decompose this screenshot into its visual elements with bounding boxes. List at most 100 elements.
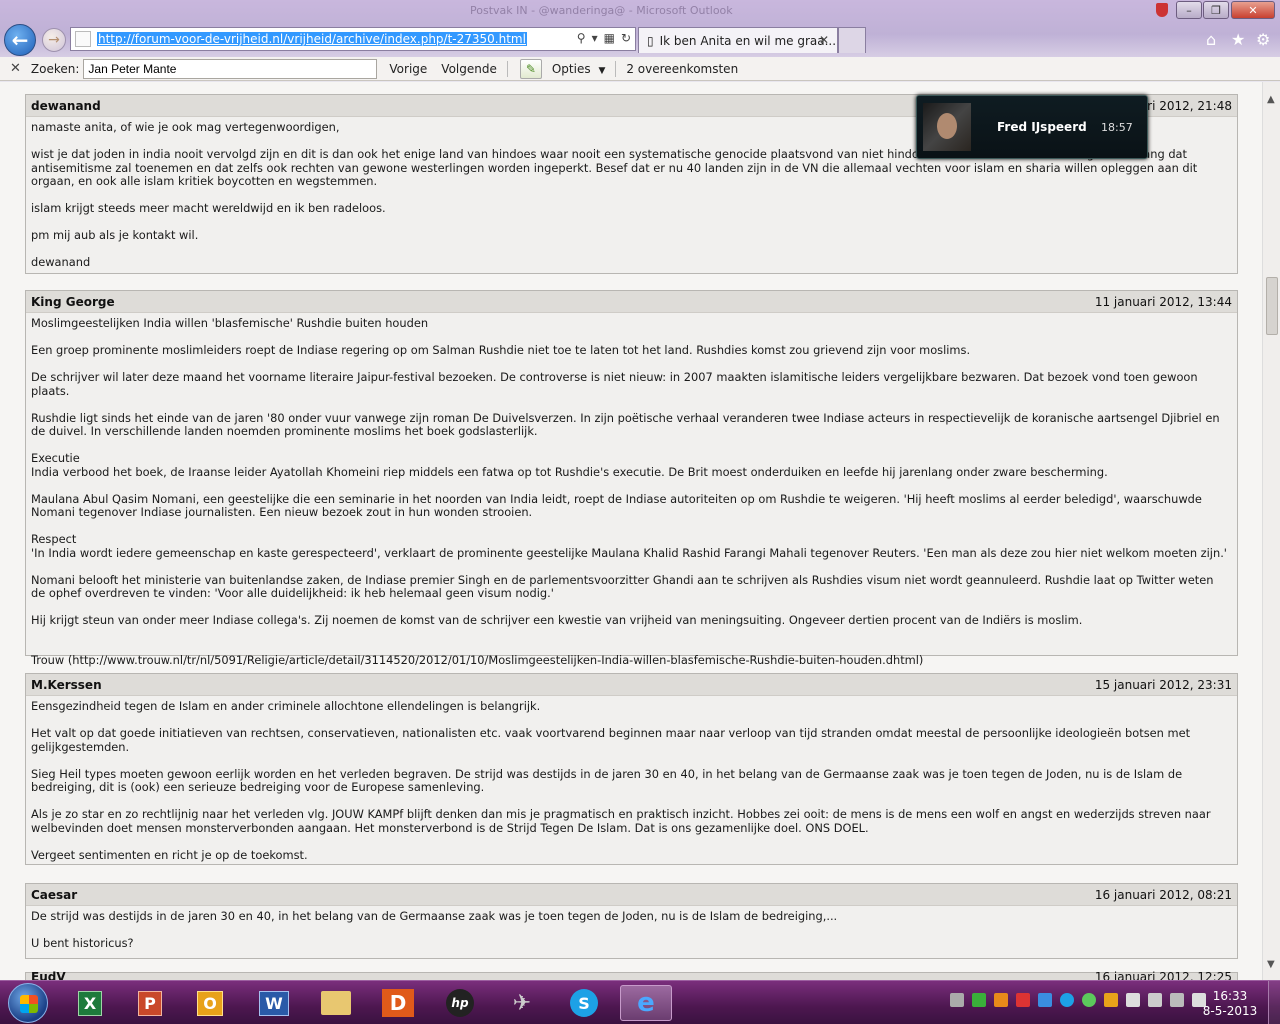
start-button[interactable] (8, 983, 48, 1023)
post-paragraph: Moslimgeestelijken India willen 'blasfem… (31, 316, 429, 330)
volume-icon[interactable] (1170, 993, 1184, 1007)
highlight-pen-icon[interactable]: ✎ (519, 58, 542, 79)
forum-post: EudV 16 januari 2012, 12:25 (25, 970, 1238, 980)
clock-time: 16:33 (1212, 989, 1248, 1003)
outlook-tray-icon[interactable] (1104, 993, 1118, 1007)
system-tray (950, 993, 1206, 1007)
tab-title: Ik ben Anita en wil me graa... (659, 33, 837, 48)
post-body: Moslimgeestelijken India willen 'blasfem… (26, 313, 1237, 674)
browser-chrome: Postvak IN - @wanderinga@ - Microsoft Ou… (0, 0, 1280, 57)
sync-icon[interactable] (972, 993, 986, 1007)
refresh-icon[interactable]: ↻ (621, 31, 631, 45)
update-icon[interactable] (1082, 993, 1096, 1007)
find-input[interactable] (83, 58, 378, 79)
post-paragraph: Vergeet sentimenten en richt je op de to… (31, 847, 308, 862)
outlook-icon[interactable]: O (184, 985, 236, 1021)
avatar (923, 103, 971, 151)
scrollbar-thumb[interactable] (1266, 277, 1278, 335)
compat-view-icon[interactable]: ▦ (604, 31, 615, 45)
powerpoint-icon[interactable]: P (124, 985, 176, 1021)
dropdown-icon[interactable]: ▾ (592, 31, 598, 45)
search-icon[interactable]: ⚲ (577, 31, 586, 45)
post-subheading: Executie (31, 451, 80, 466)
app-icon[interactable] (994, 993, 1008, 1007)
close-tab-icon[interactable]: ✕ (819, 33, 829, 47)
dashlane-icon[interactable]: D (372, 985, 424, 1021)
post-paragraph: pm mij aub als je kontakt wil. (31, 228, 199, 243)
post-paragraph: Als je zo star en zo rechtlijnig naar he… (31, 807, 1211, 835)
skype-icon[interactable]: S (558, 985, 610, 1021)
url-text[interactable]: http://forum-voor-de-vrijheid.nl/vrijhei… (97, 32, 527, 46)
settings-gear-icon[interactable]: ⚙ (1256, 30, 1270, 49)
plane-icon[interactable]: ✈ (496, 985, 548, 1021)
match-count: 2 overeenkomsten (626, 61, 739, 76)
tab-page-icon: ▯ (647, 33, 654, 48)
scroll-up-icon[interactable]: ▲ (1267, 94, 1275, 105)
post-header: EudV 16 januari 2012, 12:25 (26, 970, 1237, 980)
find-previous-button[interactable]: Vorige (387, 62, 429, 76)
notification-name: Fred IJspeerd (997, 120, 1087, 134)
source-link[interactable]: Trouw (http://www.trouw.nl/tr/nl/5091/Re… (31, 653, 1231, 668)
excel-icon[interactable]: X (64, 985, 116, 1021)
minimize-button[interactable]: – (1176, 1, 1202, 19)
post-body: Eensgezindheid tegen de Islam en ander c… (26, 696, 1237, 868)
options-button[interactable]: Opties ▼ (550, 62, 608, 76)
clock-date: 8-5-2013 (1202, 1004, 1258, 1018)
forum-post: Caesar 16 januari 2012, 08:21 De strijd … (25, 883, 1238, 959)
post-author: M.Kerssen (31, 678, 102, 692)
notification-toast[interactable]: Fred IJspeerd 18:57 (916, 95, 1148, 159)
back-button[interactable]: ← (4, 24, 36, 56)
close-find-icon[interactable]: ✕ (10, 61, 21, 76)
maximize-button[interactable]: ❐ (1203, 1, 1229, 19)
show-desktop-button[interactable] (1268, 981, 1280, 1024)
flag-icon[interactable] (1126, 993, 1140, 1007)
forum-post: M.Kerssen 15 januari 2012, 23:31 Eensgez… (25, 673, 1238, 865)
post-author: dewanand (31, 99, 101, 113)
post-paragraph: Rushdie ligt sinds het einde van de jare… (31, 410, 1220, 439)
post-paragraph: Het valt op dat goede initiatieven van r… (31, 725, 1191, 754)
forward-button[interactable]: → (42, 28, 66, 52)
favorites-star-icon[interactable]: ★ (1231, 30, 1245, 49)
post-paragraph: Een groep prominente moslimleiders roept… (31, 342, 971, 357)
forum-post: King George 11 januari 2012, 13:44 Mosli… (25, 290, 1238, 667)
back-arrow-icon: ← (11, 28, 29, 52)
post-date: 16 januari 2012, 12:25 (1094, 970, 1232, 980)
post-paragraph: De schrijver wil later deze maand het vo… (31, 369, 1198, 398)
keyboard-icon[interactable] (950, 993, 964, 1007)
post-paragraph: Nomani belooft het ministerie van buiten… (31, 572, 1214, 601)
options-label: Opties (551, 61, 591, 76)
hp-icon[interactable]: hp (434, 985, 486, 1021)
shield-icon (1156, 3, 1168, 17)
dropbox-icon[interactable] (1038, 993, 1052, 1007)
explorer-icon[interactable] (310, 985, 362, 1021)
skype-tray-icon[interactable] (1060, 993, 1074, 1007)
ie-icon[interactable]: e (620, 985, 672, 1021)
post-author: King George (31, 295, 115, 309)
post-header: M.Kerssen 15 januari 2012, 23:31 (26, 674, 1237, 696)
tab-active[interactable]: ▯ Ik ben Anita en wil me graa... ✕ (638, 27, 838, 53)
post-paragraph: Sieg Heil types moeten gewoon eerlijk wo… (31, 766, 1183, 795)
post-paragraph: De strijd was destijds in de jaren 30 en… (31, 909, 838, 923)
close-window-button[interactable]: ✕ (1231, 1, 1275, 19)
shield-tray-icon[interactable] (1016, 993, 1030, 1007)
post-paragraph: India verbood het boek, de Iraanse leide… (31, 464, 1108, 479)
new-tab-button[interactable] (838, 27, 866, 53)
address-bar[interactable]: http://forum-voor-de-vrijheid.nl/vrijhei… (70, 27, 636, 51)
clock[interactable]: 16:33 8-5-2013 (1200, 989, 1260, 1019)
find-bar: ✕ Zoeken: Vorige Volgende ✎ Opties ▼ 2 o… (0, 57, 1280, 81)
find-next-button[interactable]: Volgende (439, 62, 499, 76)
post-date: ari 2012, 21:48 (1139, 99, 1232, 113)
post-date: 16 januari 2012, 08:21 (1094, 888, 1232, 902)
monitor-icon[interactable] (1148, 993, 1162, 1007)
scroll-down-icon[interactable]: ▼ (1267, 959, 1275, 970)
page-favicon-icon (75, 31, 91, 47)
post-author: EudV (31, 970, 66, 980)
word-icon[interactable]: W (248, 985, 300, 1021)
window-title: Postvak IN - @wanderinga@ - Microsoft Ou… (470, 4, 733, 17)
post-author: Caesar (31, 888, 78, 902)
vertical-scrollbar[interactable]: ▲ ▼ (1262, 82, 1280, 980)
post-subheading: Respect (31, 532, 77, 547)
home-icon[interactable]: ⌂ (1206, 30, 1216, 49)
options-dropdown-icon: ▼ (598, 65, 606, 76)
post-date: 15 januari 2012, 23:31 (1094, 678, 1232, 692)
